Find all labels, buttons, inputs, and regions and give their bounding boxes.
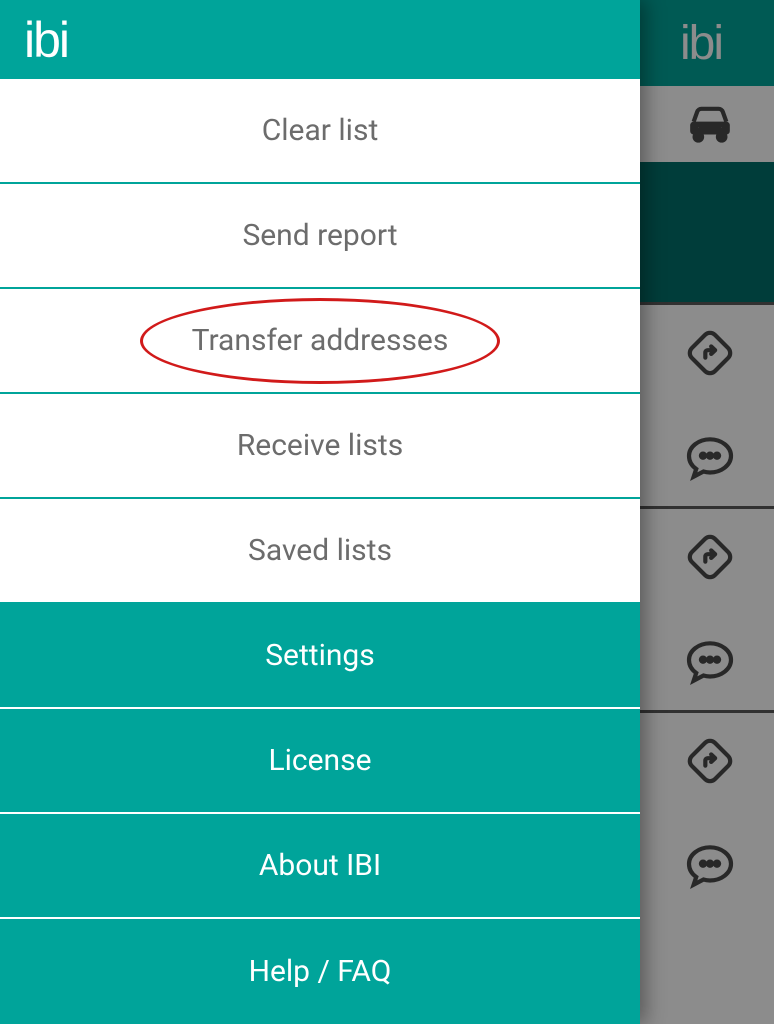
menu-item-label: Saved lists	[248, 533, 392, 568]
menu-item-help-faq[interactable]: Help / FAQ	[0, 919, 640, 1024]
menu-item-label: Receive lists	[237, 428, 403, 463]
app-logo-text: ibi	[24, 15, 68, 65]
nav-diamond-icon	[682, 529, 738, 585]
car-icon	[682, 96, 738, 152]
app-logo: ibi	[24, 15, 68, 65]
menu-item-label: Help / FAQ	[249, 954, 392, 989]
menu-item-saved-lists[interactable]: Saved lists	[0, 499, 640, 604]
menu-item-label: About IBI	[259, 848, 381, 883]
menu-item-about-ibi[interactable]: About IBI	[0, 814, 640, 919]
navigation-drawer: ibi Clear list Send report Transfer addr…	[0, 0, 640, 1024]
chat-bubble-icon	[682, 430, 738, 486]
menu-item-license[interactable]: License	[0, 709, 640, 814]
menu-item-label: Settings	[265, 638, 375, 673]
chat-bubble-icon	[682, 634, 738, 690]
menu-item-label: License	[268, 743, 371, 778]
chat-bubble-icon	[682, 838, 738, 894]
menu-item-transfer-addresses[interactable]: Transfer addresses	[0, 289, 640, 394]
menu-item-label: Send report	[242, 218, 397, 253]
drawer-menu: Clear list Send report Transfer addresse…	[0, 79, 640, 1024]
menu-item-receive-lists[interactable]: Receive lists	[0, 394, 640, 499]
nav-diamond-icon	[682, 733, 738, 789]
background-selected-block	[640, 162, 774, 302]
drawer-header: ibi	[0, 0, 640, 79]
menu-item-label: Transfer addresses	[192, 323, 449, 358]
nav-diamond-icon	[682, 325, 738, 381]
menu-item-settings[interactable]: Settings	[0, 604, 640, 709]
menu-item-clear-list[interactable]: Clear list	[0, 79, 640, 184]
background-logo: ibi	[680, 16, 722, 71]
menu-item-send-report[interactable]: Send report	[0, 184, 640, 289]
menu-item-label: Clear list	[262, 113, 379, 148]
